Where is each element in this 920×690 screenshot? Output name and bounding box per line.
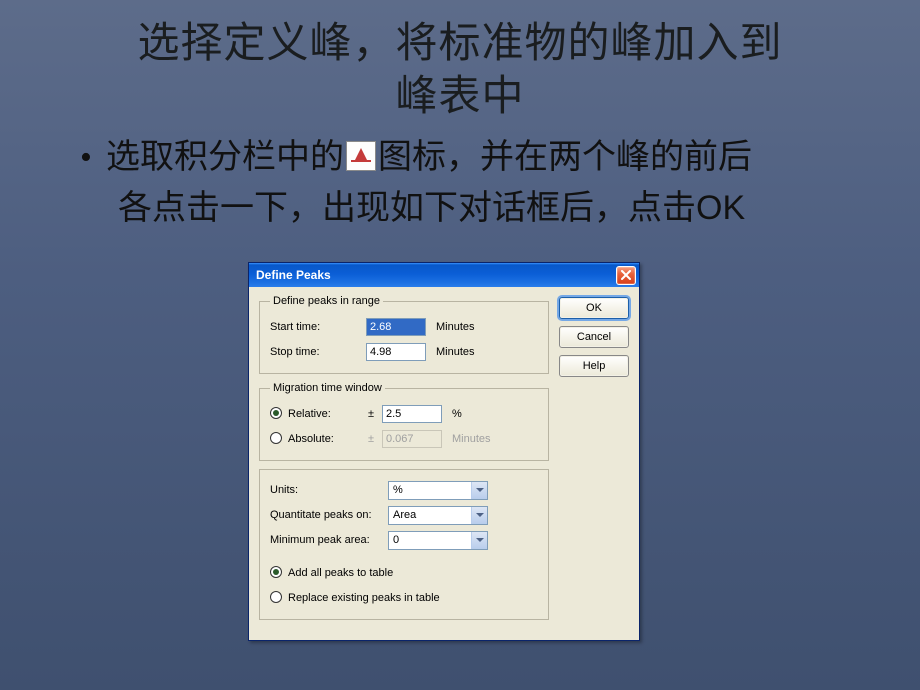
ok-button[interactable]: OK — [559, 297, 629, 319]
body-l2: 各点击一下，出现如下对话框后，点击 — [118, 190, 696, 227]
relative-radio[interactable] — [270, 407, 282, 419]
body-l1-post: 图标，并在两个峰的前后 — [378, 139, 752, 176]
min-area-combo[interactable]: 0 — [388, 531, 488, 550]
units-value: % — [393, 484, 403, 496]
replace-label: Replace existing peaks in table — [288, 592, 440, 604]
absolute-label: Absolute: — [288, 433, 360, 445]
units-combo[interactable]: % — [388, 481, 488, 500]
body-l1-pre: 选取积分栏中的 — [106, 139, 344, 176]
title-line1: 选择定义峰，将标准物的峰加入到 — [137, 21, 782, 67]
pm-symbol-1: ± — [360, 408, 382, 420]
start-time-unit: Minutes — [436, 321, 475, 333]
group-define-range-legend: Define peaks in range — [270, 295, 383, 307]
chevron-down-icon — [471, 482, 487, 499]
relative-input[interactable]: 2.5 — [382, 405, 442, 423]
group-define-range: Define peaks in range Start time: 2.68 M… — [259, 295, 549, 374]
absolute-radio[interactable] — [270, 432, 282, 444]
start-time-input[interactable]: 2.68 — [366, 318, 426, 336]
close-button[interactable] — [616, 266, 636, 285]
body-l2-ok: OK — [696, 189, 745, 227]
quantitate-combo[interactable]: Area — [388, 506, 488, 525]
units-label: Units: — [270, 484, 388, 496]
slide-background: 选择定义峰，将标准物的峰加入到 峰表中 • 选取积分栏中的图标，并在两个峰的前后… — [0, 0, 920, 690]
absolute-input: 0.067 — [382, 430, 442, 448]
group-units: Units: % Quantitate peaks on: Area — [259, 469, 549, 620]
row-quantitate: Quantitate peaks on: Area — [270, 504, 538, 526]
stop-time-input[interactable]: 4.98 — [366, 343, 426, 361]
chevron-down-icon — [471, 532, 487, 549]
row-units: Units: % — [270, 479, 538, 501]
chevron-down-icon — [471, 507, 487, 524]
dialog-title: Define Peaks — [256, 268, 331, 282]
row-absolute: Absolute: ± 0.067 Minutes — [270, 428, 538, 450]
row-stop-time: Stop time: 4.98 Minutes — [270, 341, 538, 363]
row-start-time: Start time: 2.68 Minutes — [270, 316, 538, 338]
body-line2-wrap: 各点击一下，出现如下对话框后，点击OK — [0, 180, 920, 229]
row-relative: Relative: ± 2.5 % — [270, 403, 538, 425]
pm-symbol-2: ± — [360, 433, 382, 445]
quantitate-label: Quantitate peaks on: — [270, 509, 388, 521]
row-add-all: Add all peaks to table — [270, 562, 538, 584]
help-button[interactable]: Help — [559, 355, 629, 377]
relative-label: Relative: — [288, 408, 360, 420]
define-peaks-dialog: Define Peaks Define peaks in range Start… — [248, 262, 640, 641]
close-icon — [621, 270, 631, 280]
cancel-button[interactable]: Cancel — [559, 326, 629, 348]
row-replace: Replace existing peaks in table — [270, 587, 538, 609]
start-time-label: Start time: — [270, 321, 366, 333]
stop-time-unit: Minutes — [436, 346, 475, 358]
slide-body: • 选取积分栏中的图标，并在两个峰的前后 — [0, 123, 920, 180]
stop-time-label: Stop time: — [270, 346, 366, 358]
replace-radio[interactable] — [270, 591, 282, 603]
add-all-radio[interactable] — [270, 566, 282, 578]
dialog-titlebar[interactable]: Define Peaks — [249, 263, 639, 287]
quantitate-value: Area — [393, 509, 416, 521]
dialog-left-column: Define peaks in range Start time: 2.68 M… — [259, 295, 549, 628]
body-line1: 选取积分栏中的图标，并在两个峰的前后 — [106, 137, 752, 180]
slide-title: 选择定义峰，将标准物的峰加入到 峰表中 — [0, 0, 920, 123]
define-peaks-toolbar-icon — [346, 141, 376, 171]
group-migration-window: Migration time window Relative: ± 2.5 % … — [259, 382, 549, 461]
dialog-body: Define peaks in range Start time: 2.68 M… — [249, 287, 639, 640]
dialog-button-column: OK Cancel Help — [559, 295, 629, 377]
bullet: • — [80, 137, 106, 180]
add-all-label: Add all peaks to table — [288, 567, 393, 579]
min-area-value: 0 — [393, 534, 399, 546]
row-min-area: Minimum peak area: 0 — [270, 529, 538, 551]
absolute-unit: Minutes — [452, 433, 491, 445]
min-area-label: Minimum peak area: — [270, 534, 388, 546]
relative-unit: % — [452, 408, 462, 420]
group-migration-legend: Migration time window — [270, 382, 385, 394]
title-line2: 峰表中 — [395, 74, 524, 120]
